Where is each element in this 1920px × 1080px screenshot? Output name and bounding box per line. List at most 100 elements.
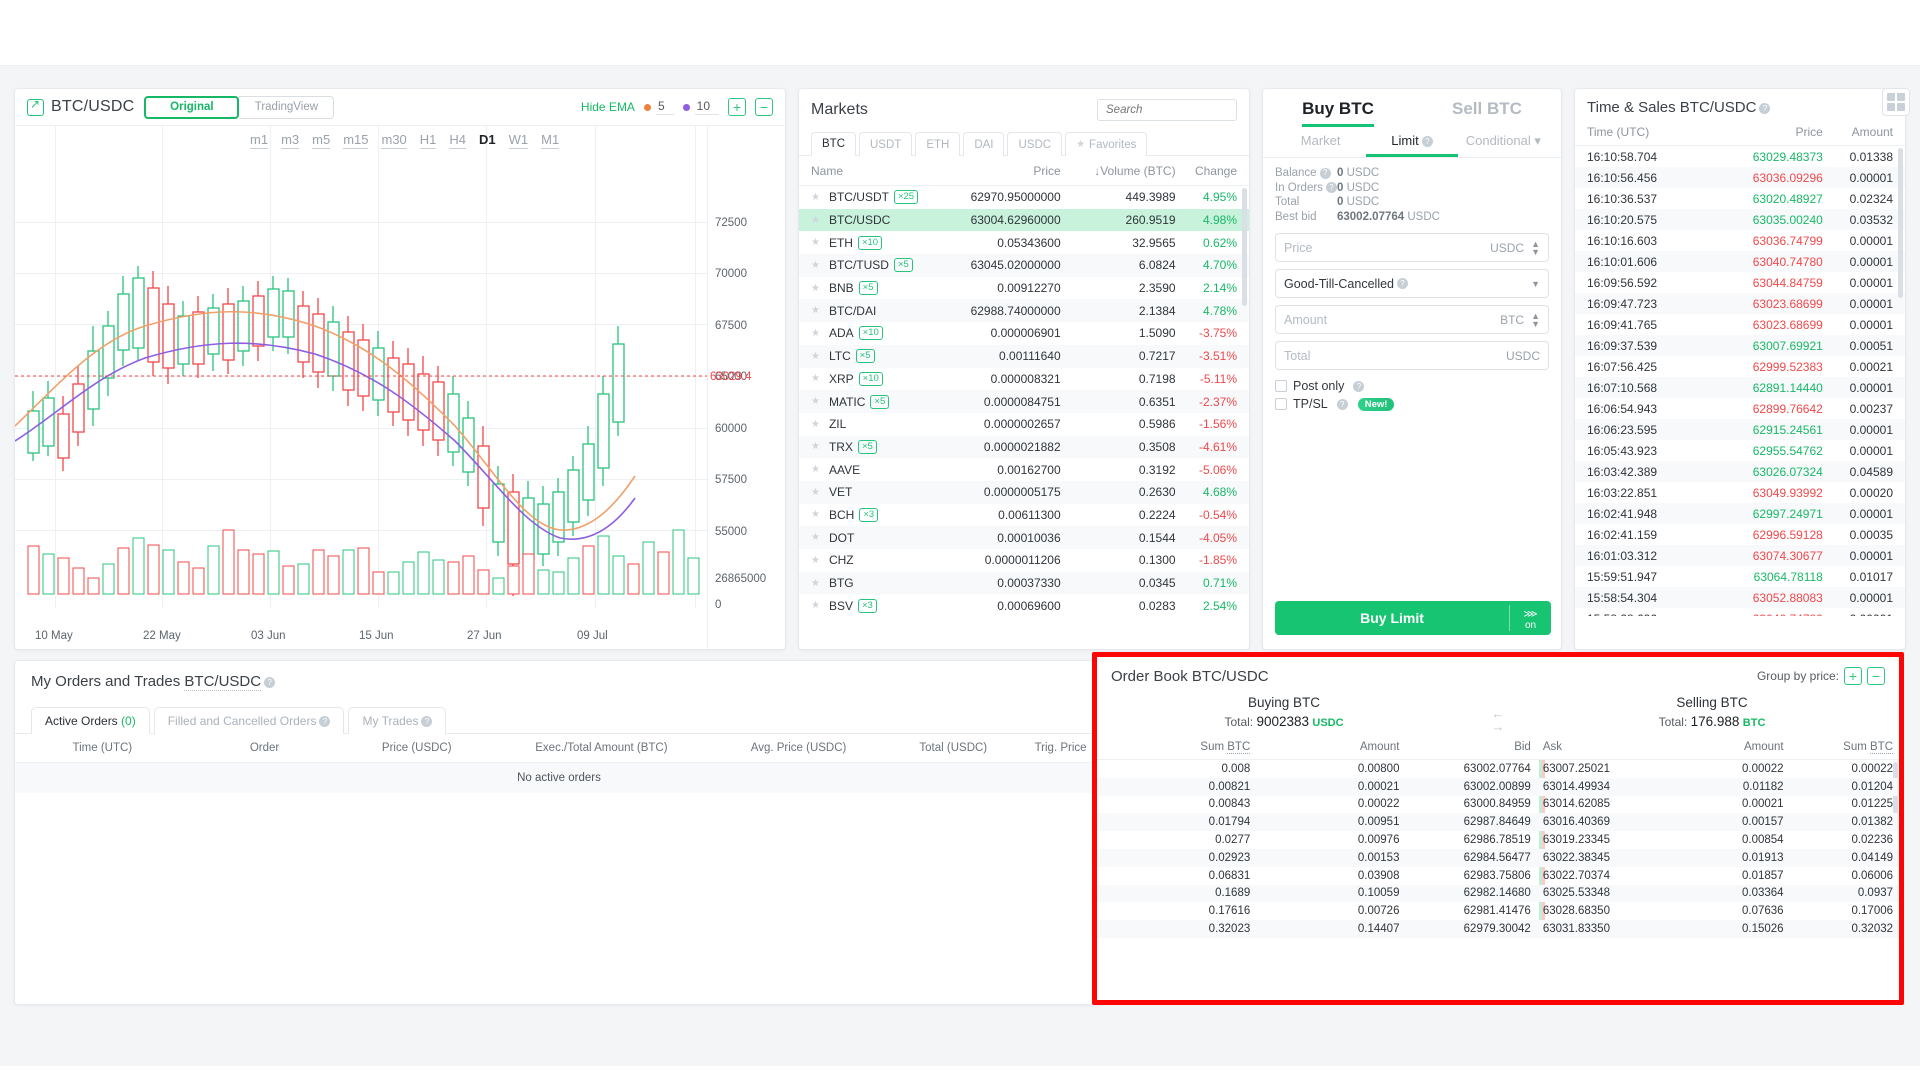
hide-ema-button[interactable]: Hide EMA (581, 100, 635, 114)
help-icon[interactable]: ? (264, 677, 276, 688)
help-icon[interactable]: ? (1353, 380, 1365, 392)
market-row[interactable]: ★ ADA ×10 0.000006901 1.5090 -3.75% (799, 322, 1249, 345)
post-only-row[interactable]: Post only ? (1275, 379, 1549, 393)
order-book-row[interactable]: 0.17616 0.00726 62981.41476 63028.68350 0.07… (1097, 902, 1899, 920)
market-row[interactable]: ★ MATIC ×5 0.0000084751 0.6351 -2.37% (799, 390, 1249, 413)
timeframe-h4[interactable]: H4 (449, 132, 467, 149)
time-in-force-select[interactable]: Good-Till-Cancelled? ▼ (1275, 269, 1549, 298)
help-icon[interactable]: ? (319, 715, 331, 727)
star-icon[interactable]: ★ (811, 555, 820, 566)
tpsl-checkbox[interactable] (1275, 398, 1287, 410)
star-icon[interactable]: ★ (811, 578, 820, 589)
tab-my-trades[interactable]: My Trades? (348, 707, 447, 734)
help-icon[interactable]: ? (1319, 167, 1331, 179)
tab-conditional[interactable]: Conditional ▾ (1458, 133, 1549, 157)
star-icon[interactable]: ★ (811, 192, 820, 203)
help-icon[interactable]: ? (421, 715, 433, 727)
star-icon[interactable]: ★ (811, 215, 820, 226)
total-input[interactable]: Total USDC (1275, 341, 1549, 370)
time-sales-scrollbar[interactable] (1898, 148, 1903, 298)
help-icon[interactable]: ? (1759, 103, 1771, 114)
buy-limit-button[interactable]: Buy Limit ⋙ on (1275, 601, 1551, 635)
price-input[interactable]: Price USDC ▲ ▼ (1275, 233, 1549, 262)
help-icon[interactable]: ? (1397, 278, 1408, 289)
group-decrease-icon[interactable]: − (1867, 667, 1885, 685)
timeframe-m1[interactable]: m1 (250, 132, 269, 149)
order-book-row[interactable]: 0.01794 0.00951 62987.84649 63016.40369 0.00… (1097, 813, 1899, 832)
markets-scrollbar[interactable] (1242, 188, 1247, 306)
stepper-icon[interactable]: ▲ ▼ (1531, 311, 1540, 328)
markets-tab-usdc[interactable]: USDC (1007, 132, 1063, 156)
market-row[interactable]: ★ BTG 0.00037330 0.0345 0.71% (799, 571, 1249, 595)
order-book-row[interactable]: 0.008 0.00800 63002.07764 63007.25021 0.0002… (1097, 760, 1899, 778)
group-increase-icon[interactable]: + (1844, 667, 1862, 685)
market-row[interactable]: ★ DOT 0.00010036 0.1544 -4.05% (799, 526, 1249, 549)
tab-market[interactable]: Market (1275, 133, 1366, 157)
market-row[interactable]: ★ VET 0.0000005175 0.2630 4.68% (799, 480, 1249, 504)
tpsl-row[interactable]: TP/SL ? New! (1275, 397, 1549, 411)
markets-tab-usdt[interactable]: USDT (859, 132, 913, 156)
order-book-row[interactable]: 0.0277 0.00976 62986.78519 63019.23345 0.008… (1097, 831, 1899, 849)
star-icon[interactable]: ★ (811, 464, 820, 475)
star-icon[interactable]: ★ (811, 441, 820, 452)
zoom-in-icon[interactable]: + (728, 98, 746, 116)
market-row[interactable]: ★ BCH ×3 0.00611300 0.2224 -0.54% (799, 504, 1249, 527)
market-row[interactable]: ★ LTC ×5 0.00111640 0.7217 -3.51% (799, 344, 1249, 368)
timeframe-w1[interactable]: W1 (508, 132, 529, 149)
timeframe-m1-month[interactable]: M1 (541, 132, 560, 149)
swap-arrows-icon[interactable]: ← → (1471, 695, 1525, 733)
markets-col-price[interactable]: Price (942, 164, 1060, 178)
markets-tab-favorites[interactable]: ★ Favorites (1065, 132, 1148, 156)
markets-search-input[interactable] (1097, 99, 1237, 121)
tab-limit[interactable]: Limit? (1366, 133, 1458, 157)
star-icon[interactable]: ★ (811, 237, 820, 248)
market-row[interactable]: ★ BTC/TUSD ×5 63045.02000000 6.0824 4.70% (799, 254, 1249, 277)
star-icon[interactable]: ★ (811, 509, 820, 520)
market-row[interactable]: ★ BTC/DAI 62988.74000000 2.1384 4.78% (799, 299, 1249, 323)
order-book-row[interactable]: 0.1689 0.10059 62982.14680 63025.53348 0.033… (1097, 884, 1899, 903)
order-book-rows[interactable]: 0.008 0.00800 63002.07764 63007.25021 0.0002… (1097, 760, 1899, 938)
order-book-row[interactable]: 0.32023 0.14407 62979.30042 63031.83350 0.15… (1097, 920, 1899, 938)
help-icon[interactable]: ? (1325, 182, 1337, 194)
markets-tab-eth[interactable]: ETH (915, 132, 961, 156)
chart-view-tradingview[interactable]: TradingView (239, 95, 335, 119)
star-icon[interactable]: ★ (811, 373, 820, 384)
star-icon[interactable]: ★ (811, 351, 820, 362)
star-icon[interactable]: ★ (811, 419, 820, 430)
star-icon[interactable]: ★ (811, 305, 820, 316)
amount-input[interactable]: Amount BTC ▲ ▼ (1275, 305, 1549, 334)
market-row[interactable]: ★ TRX ×5 0.0000021882 0.3508 -4.61% (799, 435, 1249, 459)
star-icon[interactable]: ★ (811, 328, 820, 339)
markets-rows[interactable]: ★ BTC/USDT ×25 62970.95000000 449.3989 4.95% ★… (799, 186, 1249, 616)
order-book-row[interactable]: 0.02923 0.00153 62984.56477 63022.38345 0.01… (1097, 848, 1899, 867)
market-row[interactable]: ★ ZIL 0.0000002657 0.5986 -1.56% (799, 413, 1249, 436)
help-icon[interactable]: ? (1336, 398, 1348, 410)
star-icon[interactable]: ★ (811, 396, 820, 407)
timeframe-d1[interactable]: D1 (479, 132, 496, 149)
markets-col-volume[interactable]: ↓Volume (BTC) (1061, 164, 1175, 178)
tab-active-orders[interactable]: Active Orders (0) (31, 707, 150, 734)
timeframe-m5[interactable]: m5 (312, 132, 331, 149)
markets-tab-btc[interactable]: BTC (811, 132, 856, 156)
stepper-icon[interactable]: ▲ ▼ (1531, 239, 1540, 256)
market-row[interactable]: ★ CHZ 0.0000011206 0.1300 -1.85% (799, 549, 1249, 572)
star-icon[interactable]: ★ (811, 487, 820, 498)
tab-sell-btc[interactable]: Sell BTC (1452, 99, 1522, 127)
chart-body[interactable]: m1 m3 m5 m15 m30 H1 H4 D1 W1 M1 72500 70… (15, 125, 785, 649)
market-row[interactable]: ★ ETH ×10 0.05343600 32.9565 0.62% (799, 231, 1249, 254)
external-link-icon[interactable] (27, 97, 44, 116)
tab-filled-cancelled[interactable]: Filled and Cancelled Orders? (153, 707, 345, 734)
post-only-checkbox[interactable] (1275, 380, 1287, 392)
markets-col-name[interactable]: Name (811, 164, 942, 178)
timeframe-m30[interactable]: m30 (381, 132, 407, 149)
star-icon[interactable]: ★ (811, 260, 820, 271)
star-icon[interactable]: ★ (811, 532, 820, 543)
markets-col-change[interactable]: Change (1176, 164, 1237, 178)
chart-view-original[interactable]: Original (144, 95, 240, 119)
market-row[interactable]: ★ BTC/USDT ×25 62970.95000000 449.3989 4.95% (799, 186, 1249, 209)
timeframe-m15[interactable]: m15 (343, 132, 369, 149)
layout-grid-button[interactable] (1882, 88, 1910, 116)
market-row[interactable]: ★ XRP ×10 0.000008321 0.7198 -5.11% (799, 368, 1249, 391)
market-row[interactable]: ★ BSV ×3 0.00069600 0.0283 2.54% (799, 594, 1249, 616)
ema1-value[interactable]: 5 (655, 99, 674, 115)
